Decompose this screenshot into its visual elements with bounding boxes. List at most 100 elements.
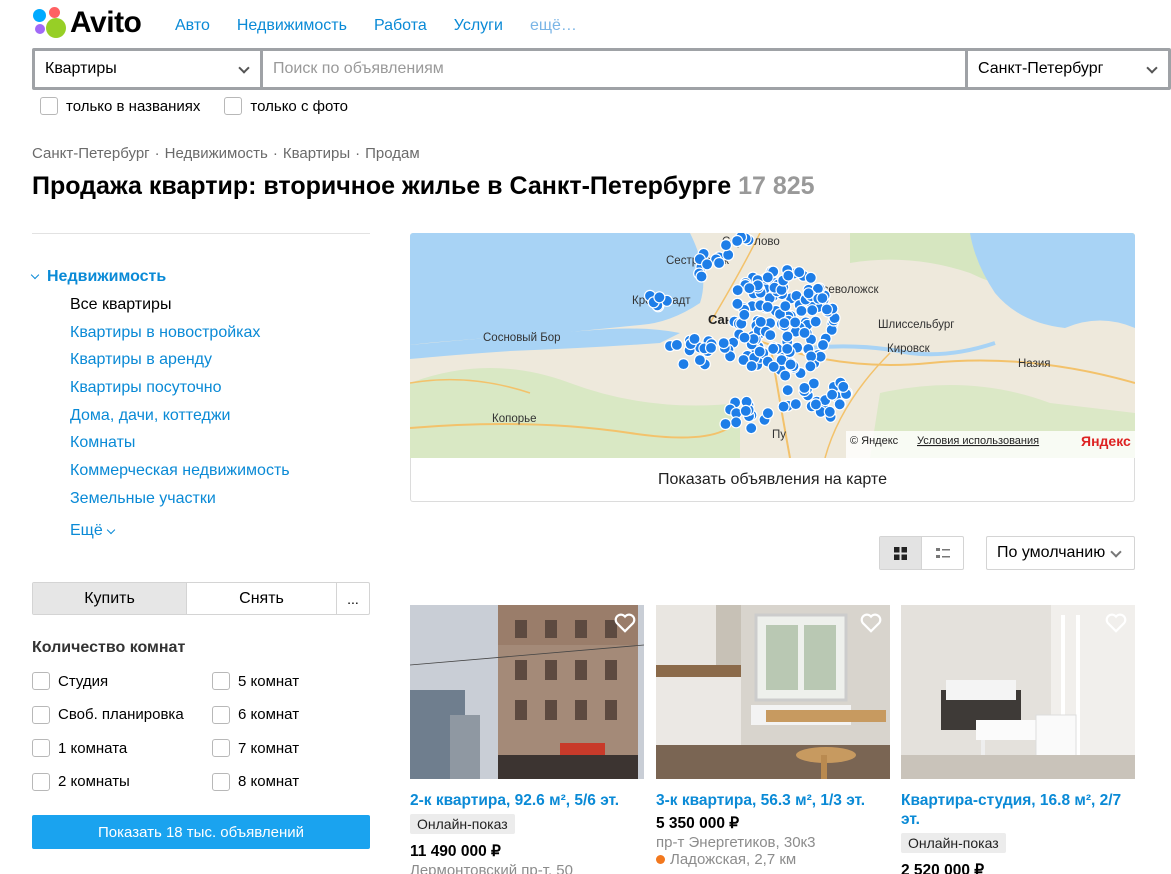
checkbox-box[interactable] [32,672,50,690]
map-pin[interactable] [730,416,743,429]
list-view-button[interactable] [922,537,963,569]
map-pin[interactable] [722,248,735,261]
map-pin[interactable] [688,332,701,346]
map-pin[interactable] [743,282,756,295]
checkbox-box[interactable] [32,739,50,757]
map-pin[interactable] [782,269,795,282]
map-pin[interactable] [784,358,797,371]
checkbox-box[interactable] [212,772,230,791]
map-pin[interactable] [802,287,815,300]
map-pin[interactable] [753,345,766,358]
map-pin[interactable] [837,380,850,393]
sidebar-item-all-flats[interactable]: Все квартиры [70,296,290,324]
map-pin[interactable] [804,271,817,284]
sidebar-category[interactable]: Недвижимость [30,268,166,286]
city-select[interactable]: Санкт-Петербург [968,51,1168,87]
nav-realty[interactable]: Недвижимость [237,17,347,35]
listing-card[interactable]: 2-к квартира, 92.6 м², 5/6 эт. Онлайн-по… [410,605,644,874]
sidebar-item-houses[interactable]: Дома, дачи, коттеджи [70,407,290,435]
show-results-button[interactable]: Показать 18 тыс. объявлений [32,815,370,849]
sidebar-item-daily[interactable]: Квартиры посуточно [70,379,290,407]
map-pin[interactable] [779,369,792,382]
map-pin[interactable] [809,398,822,411]
room-checkbox-1[interactable]: 1 комната [32,739,212,757]
favorite-heart-icon[interactable] [1105,613,1127,633]
map-pin[interactable] [761,271,774,284]
map-pin[interactable] [761,300,774,314]
show-on-map-button[interactable]: Показать объявления на карте [410,458,1135,502]
map-pin[interactable] [719,239,733,252]
map-pin[interactable] [816,338,830,352]
crumb-realty[interactable]: Недвижимость [165,145,268,162]
map-pin[interactable] [767,342,780,355]
favorite-heart-icon[interactable] [614,613,636,633]
crumb-sale[interactable]: Продам [365,145,420,162]
map-pin[interactable] [795,304,808,318]
map-pin[interactable] [789,316,802,329]
map-pin[interactable] [779,299,792,313]
map-pin[interactable] [781,342,794,356]
sort-select[interactable]: По умолчанию [986,536,1135,570]
checkbox-box[interactable] [212,739,230,757]
map-pin[interactable] [731,284,744,297]
map-pin[interactable] [677,358,690,371]
listing-card[interactable]: 3-к квартира, 56.3 м², 1/3 эт. 5 350 000… [656,605,890,868]
map-pin[interactable] [781,330,794,343]
room-checkbox-6[interactable]: 6 комнат [212,705,372,724]
only-titles-checkbox[interactable]: только в названиях [40,97,200,115]
map-pin[interactable] [820,303,833,316]
crumb-city[interactable]: Санкт-Петербург [32,145,150,162]
listing-photo[interactable] [901,605,1135,779]
room-checkbox-studio[interactable]: Студия [32,672,212,690]
sidebar-item-rent[interactable]: Квартиры в аренду [70,351,290,379]
grid-view-button[interactable] [880,537,922,569]
favorite-heart-icon[interactable] [860,613,882,633]
nav-auto[interactable]: Авто [175,17,210,35]
nav-more[interactable]: ещё… [530,17,577,35]
checkbox-box[interactable] [40,97,58,115]
only-photo-checkbox[interactable]: только с фото [224,97,348,115]
map-pin[interactable] [738,331,751,344]
room-checkbox-5[interactable]: 5 комнат [212,672,372,690]
deal-more-button[interactable]: ... [337,583,369,614]
map-terms-link[interactable]: Условия использования [917,435,1039,447]
sidebar-item-more[interactable]: Ещё [70,518,290,546]
map-pin[interactable] [781,384,794,397]
sidebar-item-new-buildings[interactable]: Квартиры в новостройках [70,324,290,352]
map-pin[interactable] [816,291,829,305]
room-checkbox-free[interactable]: Своб. планировка [32,705,212,724]
listing-title[interactable]: 3-к квартира, 56.3 м², 1/3 эт. [656,791,890,810]
map-pin[interactable] [693,353,706,367]
rent-tab[interactable]: Снять [187,583,337,614]
map-pin[interactable] [823,405,836,418]
map-pin[interactable] [695,270,708,283]
map-pin[interactable] [767,360,780,373]
map-pin[interactable] [704,341,718,355]
checkbox-box[interactable] [212,672,230,690]
room-checkbox-7[interactable]: 7 комнат [212,739,372,757]
map-pin[interactable] [789,398,802,411]
sidebar-item-commercial[interactable]: Коммерческая недвижимость [70,462,290,490]
map-pin[interactable] [778,316,791,330]
listings-map[interactable]: Сертолово Сестрорецк Кронштадт Всеволожс… [410,233,1135,458]
checkbox-box[interactable] [224,97,243,115]
map-pin[interactable] [745,360,758,373]
listing-card[interactable]: Квартира-студия, 16.8 м², 2/7 эт. Онлайн… [901,605,1135,874]
crumb-flats[interactable]: Квартиры [283,145,350,162]
avito-logo[interactable]: Avito [32,6,142,40]
map-pin[interactable] [670,338,683,352]
category-select[interactable]: Квартиры [35,51,260,87]
map-pin[interactable] [653,291,666,304]
nav-services[interactable]: Услуги [454,17,503,35]
map-pin[interactable] [713,256,726,270]
map-pin[interactable] [739,404,752,417]
listing-title[interactable]: Квартира-студия, 16.8 м², 2/7 эт. [901,791,1135,829]
search-input[interactable]: Поиск по объявлениям [263,51,965,87]
map-pin[interactable] [731,234,744,248]
checkbox-box[interactable] [32,772,50,791]
map-pin[interactable] [761,407,774,420]
map-pin[interactable] [701,258,714,271]
map-pin[interactable] [806,304,819,317]
map-pin[interactable] [793,266,806,279]
checkbox-box[interactable] [32,705,50,724]
